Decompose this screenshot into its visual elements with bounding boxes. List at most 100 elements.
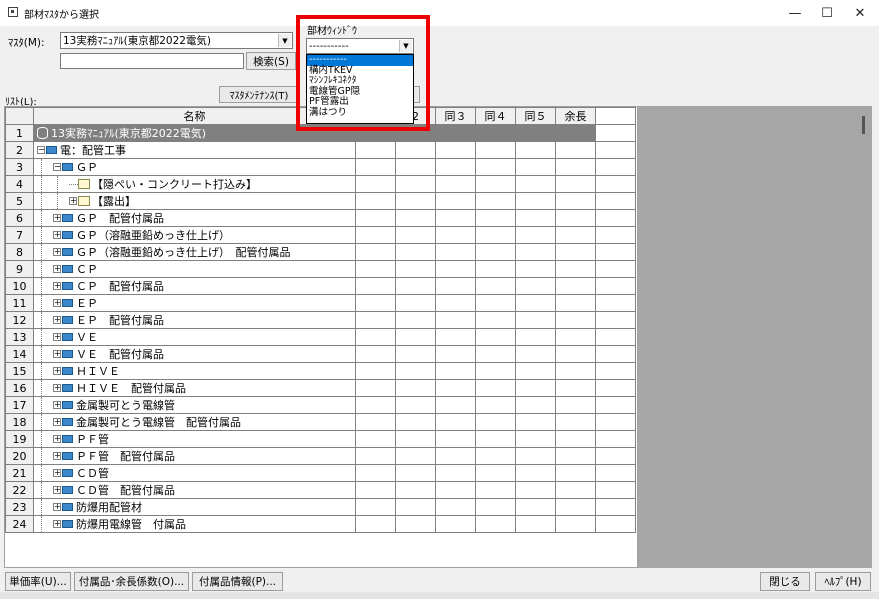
value-cell[interactable] bbox=[395, 311, 436, 329]
expand-icon[interactable]: + bbox=[53, 469, 61, 477]
accessory-coefficient-button[interactable]: 付属品･余長係数(O)... bbox=[74, 572, 189, 591]
value-cell[interactable] bbox=[515, 328, 556, 346]
name-cell[interactable]: + ＶＥ 配管付属品 bbox=[33, 345, 356, 363]
value-cell[interactable] bbox=[555, 430, 596, 448]
value-cell[interactable] bbox=[435, 396, 476, 414]
close-button[interactable]: 閉じる bbox=[760, 572, 810, 591]
maximize-button[interactable]: ☐ bbox=[810, 0, 844, 26]
value-cell[interactable] bbox=[355, 141, 396, 159]
value-cell[interactable] bbox=[515, 515, 556, 533]
value-cell[interactable] bbox=[355, 158, 396, 176]
value-cell[interactable] bbox=[555, 209, 596, 227]
value-cell[interactable] bbox=[555, 345, 596, 363]
accessory-info-button[interactable]: 付属品情報(P)... bbox=[192, 572, 283, 591]
value-cell[interactable] bbox=[395, 175, 436, 193]
value-cell[interactable] bbox=[555, 277, 596, 295]
table-row[interactable]: 10 + ＣＰ 配管付属品 bbox=[5, 277, 636, 295]
value-cell[interactable] bbox=[435, 362, 476, 380]
value-cell[interactable] bbox=[435, 243, 476, 261]
value-cell[interactable] bbox=[475, 430, 516, 448]
value-cell[interactable] bbox=[555, 379, 596, 397]
value-cell[interactable] bbox=[475, 498, 516, 516]
name-cell[interactable]: + ＶＥ bbox=[33, 328, 356, 346]
value-cell[interactable] bbox=[355, 515, 396, 533]
expand-icon[interactable]: + bbox=[53, 486, 61, 494]
value-cell[interactable] bbox=[435, 345, 476, 363]
search-input[interactable] bbox=[60, 53, 244, 69]
expand-icon[interactable]: + bbox=[53, 401, 61, 409]
value-cell[interactable] bbox=[555, 124, 596, 142]
expand-icon[interactable]: + bbox=[53, 333, 61, 341]
name-cell[interactable]: + ＨＩＶＥ 配管付属品 bbox=[33, 379, 356, 397]
value-cell[interactable] bbox=[475, 464, 516, 482]
value-cell[interactable] bbox=[355, 260, 396, 278]
value-cell[interactable] bbox=[555, 396, 596, 414]
expand-icon[interactable]: + bbox=[53, 231, 61, 239]
name-cell[interactable]: − ＧＰ bbox=[33, 158, 356, 176]
value-cell[interactable] bbox=[435, 209, 476, 227]
value-cell[interactable] bbox=[475, 226, 516, 244]
name-cell[interactable]: + ＨＩＶＥ bbox=[33, 362, 356, 380]
expand-icon[interactable]: + bbox=[53, 367, 61, 375]
table-row[interactable]: 12 + ＥＰ 配管付属品 bbox=[5, 311, 636, 329]
value-cell[interactable] bbox=[395, 209, 436, 227]
value-cell[interactable] bbox=[555, 328, 596, 346]
value-cell[interactable] bbox=[395, 447, 436, 465]
value-cell[interactable] bbox=[355, 328, 396, 346]
value-cell[interactable] bbox=[515, 362, 556, 380]
value-cell[interactable] bbox=[355, 311, 396, 329]
value-cell[interactable] bbox=[515, 158, 556, 176]
expand-icon[interactable]: + bbox=[53, 299, 61, 307]
name-cell[interactable]: 【隠ぺい・コンクリート打込み】 bbox=[33, 175, 356, 193]
value-cell[interactable] bbox=[395, 515, 436, 533]
value-cell[interactable] bbox=[515, 209, 556, 227]
value-cell[interactable] bbox=[515, 294, 556, 312]
value-cell[interactable] bbox=[555, 464, 596, 482]
expand-icon[interactable]: + bbox=[53, 350, 61, 358]
value-cell[interactable] bbox=[475, 175, 516, 193]
value-cell[interactable] bbox=[555, 515, 596, 533]
expand-icon[interactable]: + bbox=[53, 452, 61, 460]
table-row[interactable]: 13 + ＶＥ bbox=[5, 328, 636, 346]
value-cell[interactable] bbox=[395, 396, 436, 414]
value-cell[interactable] bbox=[355, 243, 396, 261]
value-cell[interactable] bbox=[355, 209, 396, 227]
value-cell[interactable] bbox=[355, 277, 396, 295]
expand-icon[interactable]: + bbox=[53, 214, 61, 222]
name-cell[interactable]: + ＣＤ管 bbox=[33, 464, 356, 482]
value-cell[interactable] bbox=[355, 294, 396, 312]
value-cell[interactable] bbox=[515, 260, 556, 278]
name-cell[interactable]: + ＥＰ 配管付属品 bbox=[33, 311, 356, 329]
table-row[interactable]: 17 + 金属製可とう電線管 bbox=[5, 396, 636, 414]
value-cell[interactable] bbox=[555, 311, 596, 329]
column-header-4[interactable]: 同４ bbox=[475, 107, 516, 125]
value-cell[interactable] bbox=[395, 141, 436, 159]
value-cell[interactable] bbox=[515, 481, 556, 499]
table-row[interactable]: 18 + 金属製可とう電線管 配管付属品 bbox=[5, 413, 636, 431]
value-cell[interactable] bbox=[355, 175, 396, 193]
value-cell[interactable] bbox=[435, 498, 476, 516]
value-cell[interactable] bbox=[515, 396, 556, 414]
expand-icon[interactable]: + bbox=[53, 418, 61, 426]
value-cell[interactable] bbox=[475, 447, 516, 465]
name-cell[interactable]: + ＥＰ bbox=[33, 294, 356, 312]
value-cell[interactable] bbox=[395, 328, 436, 346]
value-cell[interactable] bbox=[475, 277, 516, 295]
value-cell[interactable] bbox=[395, 158, 436, 176]
table-row[interactable]: 22 + ＣＤ管 配管付属品 bbox=[5, 481, 636, 499]
value-cell[interactable] bbox=[555, 141, 596, 159]
value-cell[interactable] bbox=[475, 328, 516, 346]
value-cell[interactable] bbox=[475, 481, 516, 499]
value-cell[interactable] bbox=[555, 481, 596, 499]
value-cell[interactable] bbox=[395, 226, 436, 244]
value-cell[interactable] bbox=[475, 243, 516, 261]
value-cell[interactable] bbox=[515, 175, 556, 193]
minimize-button[interactable]: — bbox=[778, 0, 812, 26]
name-cell[interactable]: + 【露出】 bbox=[33, 192, 356, 210]
table-row[interactable]: 9 + ＣＰ bbox=[5, 260, 636, 278]
value-cell[interactable] bbox=[355, 481, 396, 499]
value-cell[interactable] bbox=[435, 328, 476, 346]
value-cell[interactable] bbox=[515, 498, 556, 516]
value-cell[interactable] bbox=[475, 345, 516, 363]
value-cell[interactable] bbox=[355, 447, 396, 465]
